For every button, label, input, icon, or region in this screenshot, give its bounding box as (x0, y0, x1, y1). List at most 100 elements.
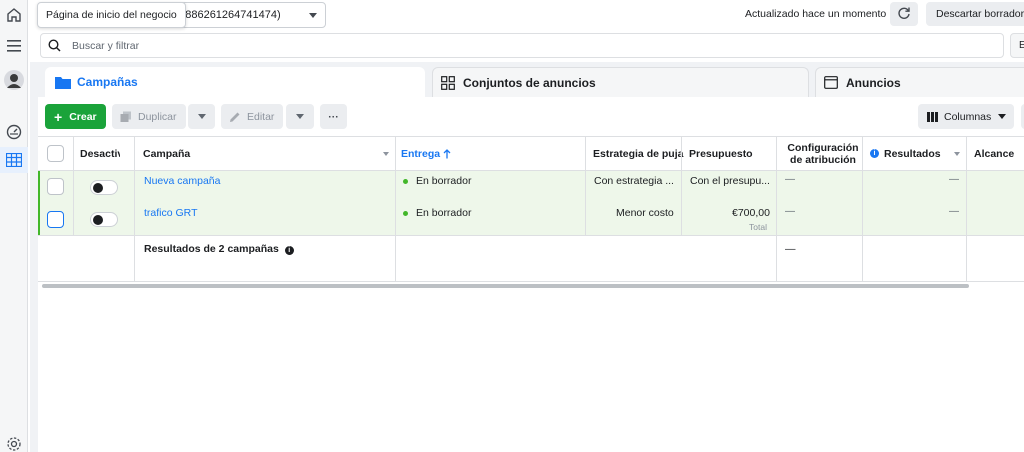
attribution-header-line-1: Configuración (787, 141, 859, 154)
info-icon[interactable]: i (284, 246, 294, 255)
performance-gauge-icon[interactable] (4, 122, 24, 142)
row-checkbox[interactable] (47, 211, 64, 228)
campaign-name-link[interactable]: Nueva campaña (144, 175, 220, 187)
campaign-name-link[interactable]: trafico GRT (144, 207, 197, 219)
column-divider (862, 137, 863, 282)
delivery-header-label: Entrega (401, 147, 441, 160)
columns-icon (927, 111, 938, 122)
duplicate-button[interactable]: Duplicar (112, 104, 186, 129)
attribution-value: — (785, 206, 795, 217)
column-header-delivery[interactable]: Entrega (401, 137, 451, 170)
refresh-icon (897, 6, 911, 23)
results-header-label: Resultados (884, 147, 941, 160)
column-divider (134, 137, 135, 282)
tab-ads[interactable]: Anuncios (815, 67, 1024, 97)
ad-window-icon (824, 75, 840, 91)
column-header-budget[interactable]: Presupuesto (689, 137, 753, 170)
duplicate-icon (120, 111, 132, 123)
columns-label: Columnas (944, 110, 992, 123)
column-header-attribution[interactable]: Configuración de atribución (784, 137, 862, 170)
status-dot-icon (403, 178, 408, 184)
more-options-button[interactable]: ··· (320, 104, 347, 129)
summary-bottom-border (38, 281, 1024, 282)
column-header-bid-strategy[interactable]: Estrategia de puja (593, 137, 683, 170)
column-header-results[interactable]: i Resultados (870, 137, 941, 170)
duplicate-options-button[interactable] (188, 104, 215, 129)
folder-icon (55, 74, 71, 90)
bid-strategy-value: Menor costo (616, 207, 674, 219)
tab-label: Conjuntos de anuncios (463, 75, 596, 90)
chevron-down-icon (197, 114, 206, 119)
column-divider (73, 137, 74, 235)
search-side-button[interactable]: E (1010, 33, 1024, 58)
create-button[interactable]: + Crear (45, 104, 106, 129)
ad-account-label: z (886261264741474) (173, 9, 281, 21)
sort-caret-icon[interactable] (383, 152, 389, 156)
sort-ascending-icon (443, 148, 451, 159)
edit-options-button[interactable] (286, 104, 314, 129)
select-all-checkbox[interactable] (47, 145, 64, 162)
info-icon[interactable]: i (870, 149, 879, 158)
refresh-button[interactable] (890, 2, 918, 26)
left-nav-rail (0, 0, 28, 452)
column-divider (966, 137, 967, 282)
chevron-down-icon (998, 114, 1007, 119)
column-header-reach[interactable]: Alcance (974, 137, 1014, 170)
plus-icon: + (54, 108, 63, 125)
toggle-knob (93, 183, 103, 193)
column-header-campaign[interactable]: Campaña (143, 137, 190, 170)
delivery-status: En borrador (403, 175, 471, 187)
updated-status: Actualizado hace un momento (745, 8, 887, 20)
campaign-toggle[interactable] (90, 212, 118, 227)
avatar[interactable] (4, 70, 24, 90)
row-accent-bar (38, 171, 40, 235)
tab-label: Anuncios (846, 75, 901, 90)
row-checkbox[interactable] (47, 178, 64, 195)
delivery-status-text: En borrador (416, 207, 472, 219)
ads-manager-table-icon[interactable] (4, 150, 24, 170)
bid-strategy-value: Con estrategia ... (594, 175, 674, 187)
chevron-down-icon (309, 13, 317, 18)
ellipsis-icon: ··· (328, 110, 339, 123)
delivery-status-text: En borrador (416, 175, 472, 187)
results-value: — (949, 174, 959, 185)
sort-caret-icon[interactable] (954, 152, 960, 156)
toggle-knob (93, 215, 103, 225)
tab-ad-sets[interactable]: Conjuntos de anuncios (432, 67, 809, 97)
chevron-down-icon (296, 114, 304, 119)
column-divider (395, 137, 396, 282)
column-divider (681, 137, 682, 235)
column-divider (585, 137, 586, 235)
search-filter-bar[interactable] (40, 33, 1004, 58)
summary-label-text: Resultados de 2 campañas (144, 243, 279, 255)
results-value: — (949, 206, 959, 217)
edit-label: Editar (247, 110, 275, 123)
create-label: Crear (69, 110, 97, 123)
tab-campaigns[interactable]: Campañas (45, 67, 425, 97)
home-icon[interactable] (4, 5, 24, 25)
search-icon (48, 39, 62, 53)
search-input[interactable] (72, 39, 872, 52)
horizontal-scrollbar[interactable] (42, 284, 969, 288)
summary-label: Resultados de 2 campañas i (144, 243, 294, 255)
grid-icon (441, 75, 457, 91)
duplicate-label: Duplicar (138, 110, 177, 123)
rows-bottom-border (38, 235, 1024, 236)
status-dot-icon (403, 210, 408, 216)
pencil-icon (229, 111, 241, 123)
settings-gear-icon[interactable] (4, 434, 24, 452)
column-header-off[interactable]: Desactiv (80, 137, 120, 170)
tab-label: Campañas (77, 75, 138, 89)
delivery-status: En borrador (403, 207, 471, 219)
summary-attribution: — (785, 243, 796, 255)
columns-button[interactable]: Columnas (918, 104, 1014, 129)
edit-button[interactable]: Editar (221, 104, 283, 129)
column-divider (776, 137, 777, 282)
attribution-value: — (785, 174, 795, 185)
budget-value: €700,00 (732, 207, 770, 219)
budget-value: Con el presupu... (690, 175, 770, 187)
menu-icon[interactable] (4, 36, 24, 56)
campaign-toggle[interactable] (90, 180, 118, 195)
discard-drafts-button[interactable]: Descartar borradores (926, 2, 1024, 26)
budget-type-label: Total (749, 222, 767, 232)
